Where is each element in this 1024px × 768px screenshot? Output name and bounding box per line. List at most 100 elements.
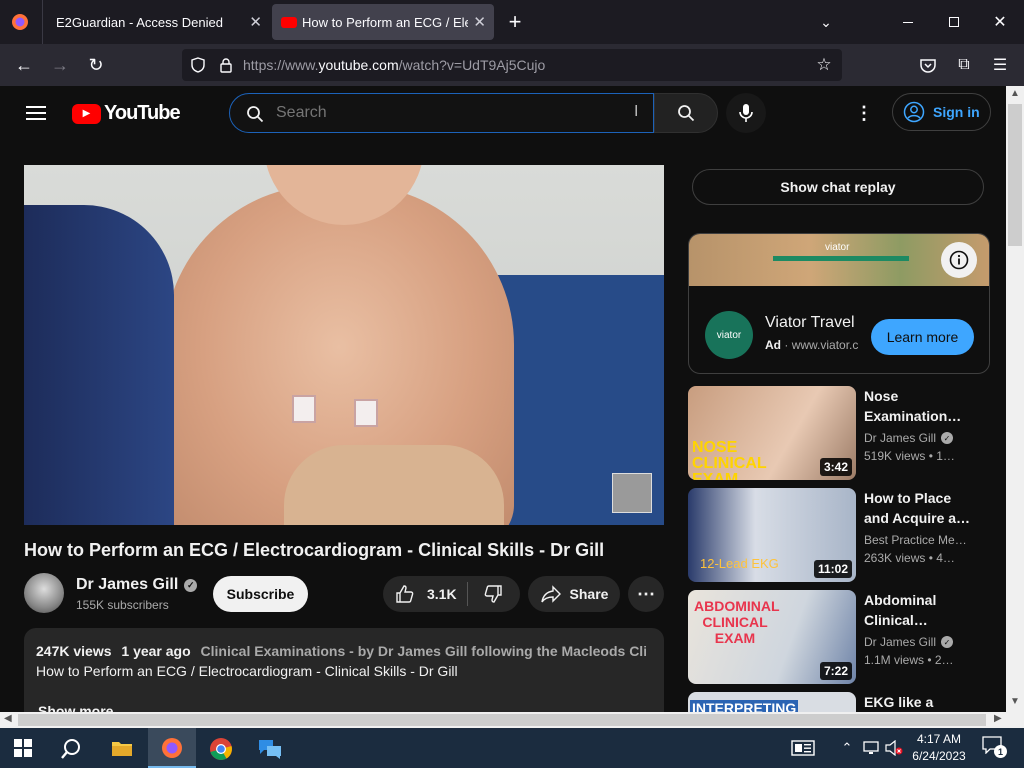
close-tab-icon[interactable]: ✕ xyxy=(473,13,486,31)
tab-youtube-ecg[interactable]: How to Perform an ECG / Electr ✕ xyxy=(272,4,494,40)
search-icon[interactable] xyxy=(58,736,84,762)
new-tab-icon[interactable]: + xyxy=(503,9,527,34)
show-chat-replay-button[interactable]: Show chat replay xyxy=(692,169,984,205)
related-video-channel: Best Practice Me… xyxy=(864,533,967,547)
windows-taskbar: ⌃ 4:17 AM 6/24/2023 1 xyxy=(0,728,1024,768)
youtube-logo[interactable]: ▶ YouTube xyxy=(72,102,181,125)
firefox-menu-icon[interactable] xyxy=(8,10,32,34)
related-video-card[interactable]: 12-Lead EKG 11:02 How to Place and Acqui… xyxy=(688,488,988,582)
pocket-icon[interactable] xyxy=(916,53,940,77)
video-thumbnail[interactable]: INTERPRETING xyxy=(688,692,856,712)
ad-banner-logo: viator xyxy=(825,242,850,253)
scroll-down-arrow-icon[interactable]: ▼ xyxy=(1010,696,1020,707)
description-tags: Clinical Examinations - by Dr James Gill… xyxy=(200,643,646,659)
ad-brand-logo-text: viator xyxy=(716,329,742,341)
like-count: 3.1K xyxy=(427,586,457,602)
dislike-button[interactable] xyxy=(468,576,518,612)
bookmark-star-icon[interactable]: ☆ xyxy=(814,55,834,75)
related-video-card[interactable]: ABDOMINAL CLINICAL EXAM 7:22 Abdominal C… xyxy=(688,590,988,684)
reload-icon[interactable]: ↻ xyxy=(84,53,108,77)
search-button[interactable] xyxy=(654,93,718,133)
ad-brand-name[interactable]: Viator Travel xyxy=(765,314,855,332)
app-menu-icon[interactable]: ☰ xyxy=(988,53,1012,77)
windows-start-icon[interactable] xyxy=(12,738,34,758)
restore-icon[interactable] xyxy=(942,10,966,34)
network-icon[interactable] xyxy=(862,739,880,757)
related-video-meta: 263K views • 4… xyxy=(864,551,955,565)
clock-date: 6/24/2023 xyxy=(912,749,966,763)
more-actions-button[interactable]: ⋯ xyxy=(628,576,664,612)
list-tabs-icon[interactable]: ⌄ xyxy=(814,10,838,34)
upload-age: 1 year ago xyxy=(121,643,191,659)
extensions-icon[interactable]: ⧉ xyxy=(952,53,976,77)
guide-menu-icon[interactable] xyxy=(22,100,50,126)
back-icon[interactable]: ← xyxy=(12,53,36,77)
volume-muted-icon[interactable] xyxy=(884,739,904,757)
subscribe-button[interactable]: Subscribe xyxy=(213,576,308,612)
forward-icon[interactable]: → xyxy=(48,53,72,77)
video-thumbnail[interactable]: NOSE CLINICAL EXAM 3:42 xyxy=(688,386,856,480)
chrome-icon[interactable] xyxy=(208,736,234,762)
search-input[interactable] xyxy=(276,102,626,124)
sign-in-label: Sign in xyxy=(933,104,980,120)
scroll-up-arrow-icon[interactable]: ▲ xyxy=(1010,88,1020,99)
video-title: How to Perform an ECG / Electrocardiogra… xyxy=(24,540,605,560)
youtube-logo-icon: ▶ xyxy=(72,103,101,124)
like-button[interactable]: 3.1K xyxy=(383,576,467,612)
search-box[interactable]: I xyxy=(229,93,654,133)
channel-name[interactable]: Dr James Gill ✓ xyxy=(76,576,198,594)
ad-banner-strip xyxy=(773,256,909,261)
video-player[interactable] xyxy=(24,165,664,525)
related-video-meta: 519K views • 1… xyxy=(864,449,955,463)
vertical-scrollbar[interactable]: ▲ ▼ xyxy=(1006,86,1024,712)
channel-avatar[interactable] xyxy=(24,573,64,613)
settings-more-icon[interactable]: ⋮ xyxy=(852,101,876,125)
related-video-card[interactable]: NOSE CLINICAL EXAM 3:42 Nose Examination… xyxy=(688,386,988,480)
video-thumbnail[interactable]: ABDOMINAL CLINICAL EXAM 7:22 xyxy=(688,590,856,684)
firefox-taskbar-button[interactable] xyxy=(148,728,196,768)
related-video-title[interactable]: Nose Examination… xyxy=(864,386,974,426)
ad-learn-more-button[interactable]: Learn more xyxy=(871,319,974,355)
description-box[interactable]: 247K views 1 year ago Clinical Examinati… xyxy=(24,628,664,712)
clock[interactable]: 4:17 AM 6/24/2023 xyxy=(906,731,972,765)
related-video-title[interactable]: EKG like a xyxy=(864,692,974,712)
ad-card[interactable]: viator viator Viator Travel Ad · www.via… xyxy=(688,233,990,374)
lock-icon[interactable] xyxy=(216,55,236,75)
thumbnail-text: ABDOMINAL CLINICAL EXAM xyxy=(694,598,780,646)
tab-access-denied[interactable]: E2Guardian - Access Denied ✕ xyxy=(42,0,270,44)
url-text[interactable]: https://www.youtube.com/watch?v=UdT9Aj5C… xyxy=(243,57,545,73)
ecg-electrode xyxy=(354,399,378,427)
scroll-thumb[interactable] xyxy=(18,714,986,726)
share-button[interactable]: Share xyxy=(528,576,620,612)
related-channel-name: Dr James Gill xyxy=(864,635,937,649)
description-meta: 247K views 1 year ago Clinical Examinati… xyxy=(36,643,646,659)
news-widget-icon[interactable] xyxy=(790,738,816,758)
horizontal-scrollbar[interactable]: ◀ ▶ xyxy=(0,712,1024,728)
show-more-button[interactable]: Show more xyxy=(38,703,113,712)
scroll-left-arrow-icon[interactable]: ◀ xyxy=(4,713,12,724)
ad-brand-logo[interactable]: viator xyxy=(705,311,753,359)
url-bar[interactable]: https://www.youtube.com/watch?v=UdT9Aj5C… xyxy=(182,49,842,81)
close-window-icon[interactable]: ✕ xyxy=(988,10,1012,34)
minimize-icon[interactable] xyxy=(896,10,920,34)
sign-in-button[interactable]: Sign in xyxy=(892,93,991,131)
related-video-title[interactable]: Abdominal Clinical… xyxy=(864,590,974,630)
help-chat-icon[interactable] xyxy=(256,736,284,762)
video-duration: 7:22 xyxy=(819,662,852,680)
ad-info-button[interactable] xyxy=(941,242,977,278)
shield-icon[interactable] xyxy=(188,55,208,75)
close-tab-icon[interactable]: ✕ xyxy=(249,13,262,31)
scroll-thumb[interactable] xyxy=(1008,104,1022,246)
video-thumbnail[interactable]: 12-Lead EKG 11:02 xyxy=(688,488,856,582)
channel-watermark[interactable] xyxy=(612,473,652,513)
tab-title: How to Perform an ECG / Electr xyxy=(302,14,468,30)
video-frame-blue-sleeve xyxy=(24,205,174,525)
related-video-card[interactable]: INTERPRETING EKG like a xyxy=(688,692,988,712)
view-count: 247K views xyxy=(36,643,112,659)
notification-center-button[interactable]: 1 xyxy=(982,736,1008,760)
related-video-title[interactable]: How to Place and Acquire a… xyxy=(864,488,974,528)
file-explorer-icon[interactable] xyxy=(110,738,134,758)
tray-chevron-icon[interactable]: ⌃ xyxy=(838,739,856,757)
voice-search-button[interactable] xyxy=(726,93,766,133)
scroll-right-arrow-icon[interactable]: ▶ xyxy=(994,713,1002,724)
